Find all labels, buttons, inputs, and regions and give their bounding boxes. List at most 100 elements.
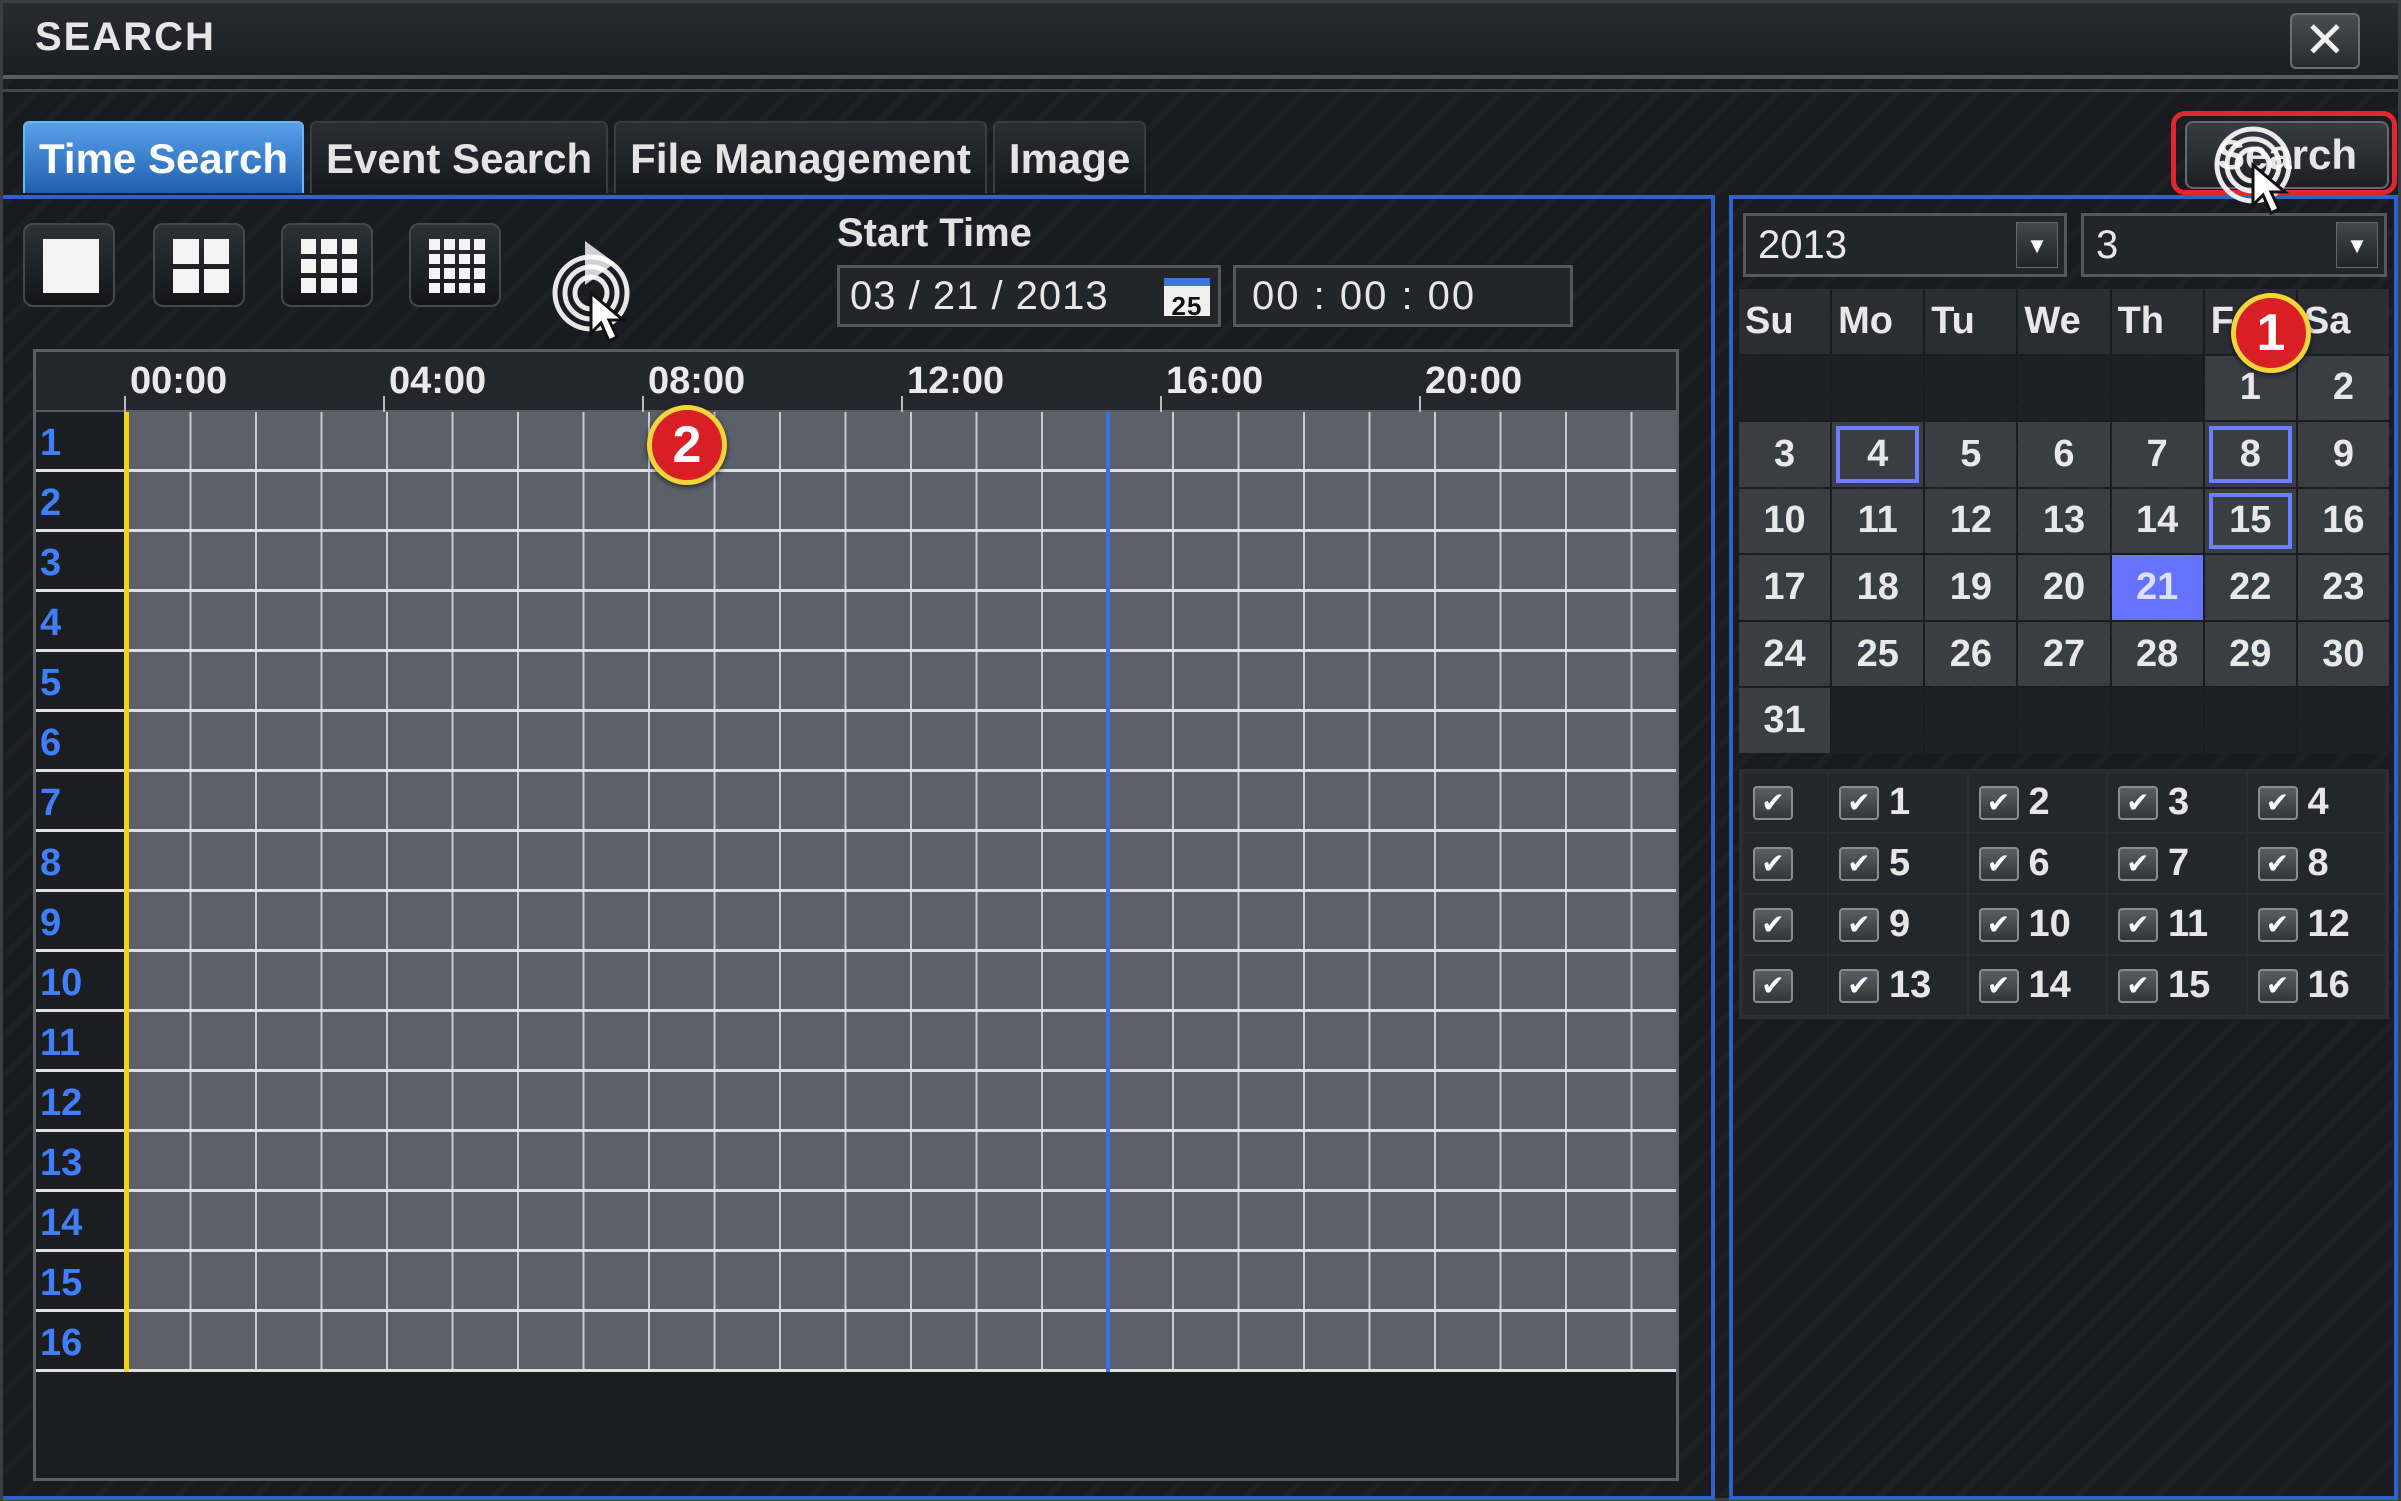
channel-record-bar[interactable]	[124, 1132, 1676, 1189]
channel-row[interactable]: 9	[36, 892, 1676, 952]
split-1-button[interactable]	[23, 223, 115, 307]
channel-checkbox[interactable]: ✔ 9	[1829, 895, 1967, 954]
channel-row[interactable]: 1	[36, 412, 1676, 472]
channel-checkbox[interactable]: ✔ 4	[2247, 773, 2385, 832]
calendar-day[interactable]: 21	[2111, 555, 2203, 620]
channel-checkbox[interactable]: ✔ 10	[1968, 895, 2106, 954]
channel-checkbox[interactable]: ✔ 11	[2108, 895, 2246, 954]
checkmark-icon[interactable]: ✔	[2257, 785, 2298, 820]
channel-record-bar[interactable]	[124, 772, 1676, 829]
calendar-day[interactable]: 16	[2297, 488, 2389, 554]
calendar-day[interactable]: 27	[2018, 621, 2110, 687]
channel-row[interactable]: 13	[36, 1132, 1676, 1192]
channel-checkbox[interactable]: ✔ 14	[1968, 956, 2106, 1015]
channel-record-bar[interactable]	[124, 1312, 1676, 1369]
channel-row[interactable]: 11	[36, 1012, 1676, 1072]
channel-record-bar[interactable]	[124, 1192, 1676, 1249]
split-9-button[interactable]	[281, 223, 373, 307]
close-button[interactable]: ✕	[2290, 13, 2360, 69]
calendar-day[interactable]: 24	[1739, 621, 1831, 687]
checkmark-icon[interactable]: ✔	[2118, 846, 2158, 881]
calendar-day[interactable]: 4	[1832, 422, 1924, 487]
calendar-day[interactable]: 23	[2297, 555, 2389, 620]
calendar-day[interactable]: 25	[1832, 621, 1924, 687]
calendar-day[interactable]: 9	[2297, 422, 2389, 487]
calendar-day[interactable]: 30	[2297, 621, 2389, 687]
select-row-checkbox[interactable]: ✔	[1743, 834, 1827, 893]
channel-checkbox[interactable]: ✔ 5	[1829, 834, 1967, 893]
channel-record-bar[interactable]	[124, 592, 1676, 649]
calendar-day[interactable]: 6	[2018, 422, 2110, 487]
split-16-button[interactable]	[409, 223, 501, 307]
channel-checkbox[interactable]: ✔ 7	[2108, 834, 2246, 893]
checkmark-icon[interactable]: ✔	[1839, 907, 1879, 942]
tab-file-management[interactable]: File Management	[614, 121, 987, 193]
channel-record-bar[interactable]	[124, 1012, 1676, 1069]
channel-row[interactable]: 6	[36, 712, 1676, 772]
calendar-day[interactable]: 29	[2204, 621, 2296, 687]
select-row-checkbox[interactable]: ✔	[1743, 773, 1827, 832]
calendar-day[interactable]: 26	[1925, 621, 2017, 687]
select-row-checkbox[interactable]: ✔	[1743, 956, 1827, 1015]
tab-event-search[interactable]: Event Search	[310, 121, 609, 193]
checkmark-icon[interactable]: ✔	[1978, 968, 2019, 1003]
channel-row[interactable]: 12	[36, 1072, 1676, 1132]
calendar-day[interactable]: 18	[1832, 555, 1924, 620]
channel-row[interactable]: 15	[36, 1252, 1676, 1312]
calendar-day[interactable]: 28	[2111, 621, 2203, 687]
chevron-down-icon[interactable]: ▼	[2016, 222, 2058, 268]
channel-checkbox[interactable]: ✔ 6	[1968, 834, 2106, 893]
channel-checkbox[interactable]: ✔ 2	[1968, 773, 2106, 832]
checkmark-icon[interactable]: ✔	[2118, 907, 2158, 942]
channel-checkbox[interactable]: ✔ 1	[1829, 773, 1967, 832]
record-timeline[interactable]: 00:00 04:00 08:00 12:00 16:00 20:00 1234…	[33, 349, 1679, 1481]
checkmark-icon[interactable]: ✔	[2118, 968, 2158, 1003]
month-select[interactable]: 3 ▼	[2081, 213, 2387, 277]
channel-row[interactable]: 4	[36, 592, 1676, 652]
calendar-day[interactable]: 17	[1739, 555, 1831, 620]
calendar-day[interactable]: 3	[1739, 422, 1831, 487]
calendar-day[interactable]: 22	[2204, 555, 2296, 620]
checkmark-icon[interactable]: ✔	[1839, 968, 1879, 1003]
channel-row[interactable]: 2	[36, 472, 1676, 532]
channel-record-bar[interactable]	[124, 472, 1676, 529]
channel-checkbox[interactable]: ✔ 15	[2108, 956, 2246, 1015]
channel-checkbox[interactable]: ✔ 3	[2108, 773, 2246, 832]
calendar-day[interactable]: 8	[2204, 422, 2296, 487]
channel-row[interactable]: 14	[36, 1192, 1676, 1252]
chevron-down-icon[interactable]: ▼	[2336, 222, 2378, 268]
channel-record-bar[interactable]	[124, 712, 1676, 769]
channel-checkbox[interactable]: ✔ 16	[2247, 956, 2385, 1015]
channel-record-bar[interactable]	[124, 952, 1676, 1009]
calendar-day[interactable]: 20	[2018, 555, 2110, 620]
calendar-day[interactable]: 11	[1832, 488, 1924, 554]
channel-checkbox[interactable]: ✔ 8	[2247, 834, 2385, 893]
checkmark-icon[interactable]: ✔	[1753, 846, 1793, 881]
split-4-button[interactable]	[153, 223, 245, 307]
checkmark-icon[interactable]: ✔	[1753, 907, 1793, 942]
start-time-field[interactable]: 00 : 00 : 00	[1233, 265, 1573, 327]
calendar-day[interactable]: 31	[1739, 688, 1831, 753]
channel-checkbox[interactable]: ✔ 13	[1829, 956, 1967, 1015]
calendar-day[interactable]: 14	[2111, 488, 2203, 554]
start-date-field[interactable]: 03 / 21 / 2013 25	[837, 265, 1221, 327]
channel-row[interactable]: 16	[36, 1312, 1676, 1372]
checkmark-icon[interactable]: ✔	[2257, 968, 2298, 1003]
calendar-day[interactable]: 13	[2018, 488, 2110, 554]
channel-record-bar[interactable]	[124, 892, 1676, 949]
select-row-checkbox[interactable]: ✔	[1743, 895, 1827, 954]
channel-row[interactable]: 5	[36, 652, 1676, 712]
channel-row[interactable]: 8	[36, 832, 1676, 892]
calendar-day[interactable]: 2	[2297, 355, 2389, 421]
checkmark-icon[interactable]: ✔	[1978, 907, 2019, 942]
checkmark-icon[interactable]: ✔	[1978, 785, 2019, 820]
channel-record-bar[interactable]	[124, 532, 1676, 589]
tab-image[interactable]: Image	[992, 121, 1147, 193]
calendar-day[interactable]: 5	[1925, 422, 2017, 487]
checkmark-icon[interactable]: ✔	[1978, 846, 2019, 881]
tab-time-search[interactable]: Time Search	[23, 121, 305, 193]
checkmark-icon[interactable]: ✔	[2257, 846, 2298, 881]
channel-record-bar[interactable]	[124, 1072, 1676, 1129]
channel-row[interactable]: 10	[36, 952, 1676, 1012]
calendar-day[interactable]: 12	[1925, 488, 2017, 554]
